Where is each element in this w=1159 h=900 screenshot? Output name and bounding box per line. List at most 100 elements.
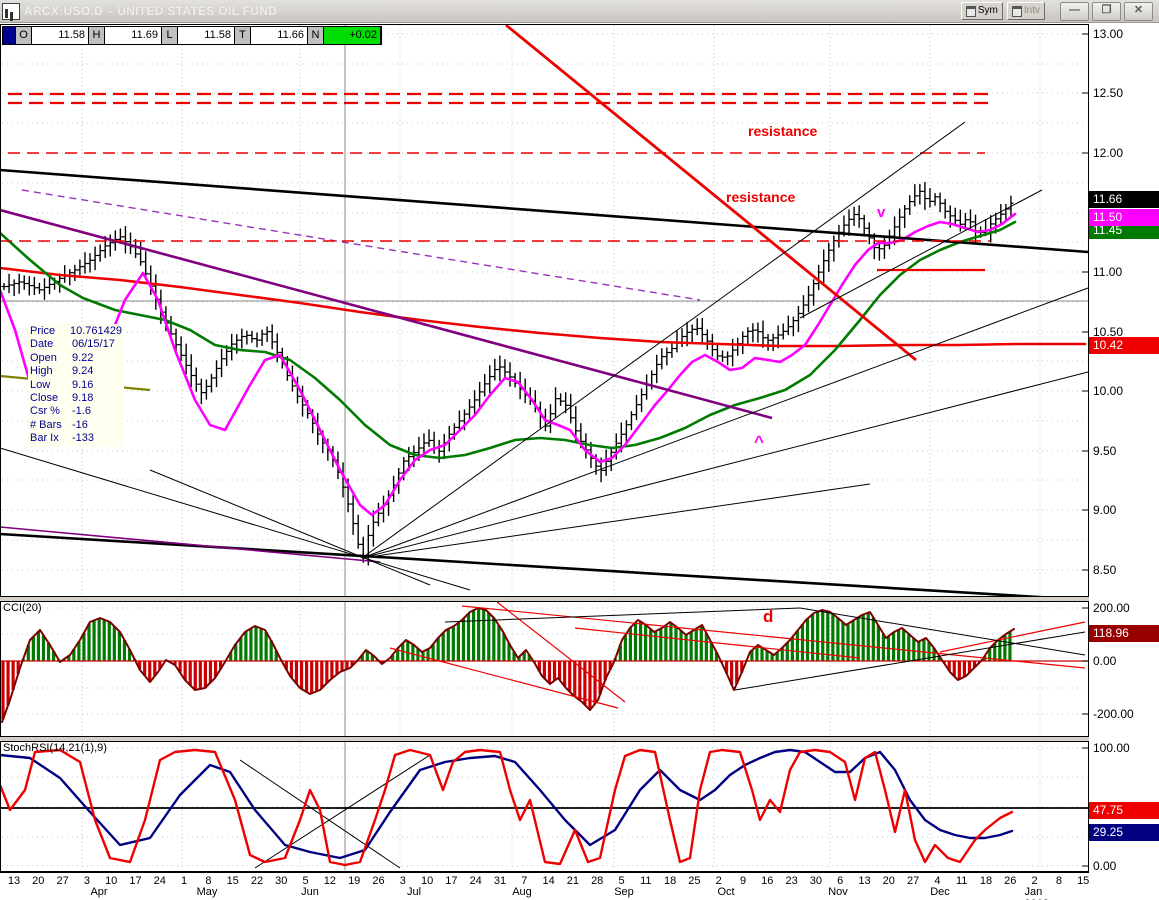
window-glyph-icon xyxy=(1012,6,1022,17)
annotation-v: v xyxy=(877,204,886,221)
intv-button[interactable]: Intv xyxy=(1007,2,1045,20)
axis-label: 0.00 xyxy=(1093,859,1116,873)
x-axis-month-label: Jun xyxy=(301,886,319,898)
x-axis-day-label: 26 xyxy=(1004,875,1016,887)
x-axis-day-label: 15 xyxy=(1077,875,1089,887)
databox-row: # Bars-16 xyxy=(30,419,122,432)
close-button[interactable]: ✕ xyxy=(1124,2,1153,21)
x-axis-day-label: 24 xyxy=(470,875,482,887)
x-axis-day-label: 21 xyxy=(567,875,579,887)
stochrsi-indicator-panel[interactable] xyxy=(0,741,1089,872)
x-axis-day-label: 18 xyxy=(980,875,992,887)
quote-field-label: N xyxy=(308,27,324,44)
price-axis-gutter[interactable]: 13.0012.5012.0011.0010.5010.009.509.008.… xyxy=(1089,24,1159,872)
databox-row: Open9.22 xyxy=(30,352,122,365)
x-axis-day-label: 17 xyxy=(129,875,141,887)
cci-panel-label: CCI(20) xyxy=(3,602,42,614)
main-price-panel[interactable]: resistance resistance v ^ xyxy=(0,24,1089,597)
axis-label: 12.50 xyxy=(1093,86,1123,100)
x-axis-month-label: Nov xyxy=(828,886,848,898)
x-axis-day-label: 23 xyxy=(785,875,797,887)
x-axis-day-label: 30 xyxy=(810,875,822,887)
x-axis-day-label: 27 xyxy=(907,875,919,887)
minimize-button[interactable]: — xyxy=(1060,2,1089,21)
x-axis-day-label: 3 xyxy=(84,875,90,887)
axis-label: 8.50 xyxy=(1093,563,1116,577)
quote-field-label: T xyxy=(235,27,251,44)
databox-row: Date06/15/17 xyxy=(30,338,122,351)
databox-row: Csr %-1.6 xyxy=(30,405,122,418)
x-axis-day-label: 16 xyxy=(761,875,773,887)
x-axis-day-label: 20 xyxy=(32,875,44,887)
x-axis-day-label: 24 xyxy=(154,875,166,887)
axis-label: 12.00 xyxy=(1093,146,1123,160)
x-axis-day-label: 15 xyxy=(227,875,239,887)
quote-field-value: 11.58 xyxy=(32,27,89,44)
x-axis-day-label: 3 xyxy=(400,875,406,887)
chart-app-icon xyxy=(2,3,20,20)
restore-button[interactable]: ❐ xyxy=(1092,2,1121,21)
x-axis-day-label: 11 xyxy=(956,875,967,887)
quote-field-value: 11.58 xyxy=(178,27,235,44)
x-axis-month-label: Jan 2018 xyxy=(1025,886,1068,900)
app-window: { "window": { "title": "ARCX:USO,D – UNI… xyxy=(0,0,1159,899)
axis-label: -200.00 xyxy=(1093,707,1134,721)
databox-row: Bar Ix-133 xyxy=(30,432,122,445)
x-axis-day-label: 26 xyxy=(372,875,384,887)
x-axis-day-label: 25 xyxy=(688,875,700,887)
time-axis[interactable]: 1320273101724181522305121926310172431714… xyxy=(0,872,1089,900)
x-axis-day-label: 22 xyxy=(251,875,263,887)
cursor-data-box: Price10.761429Date06/15/17Open9.22High9.… xyxy=(28,324,124,447)
x-axis-day-label: 14 xyxy=(542,875,554,887)
x-axis-month-label: Sep xyxy=(614,886,634,898)
titlebar-buttons: Sym Intv — ❐ ✕ xyxy=(961,2,1153,21)
databox-row: Price10.761429 xyxy=(30,325,122,338)
x-axis-day-label: 1 xyxy=(181,875,187,887)
annotation-d: d xyxy=(763,607,773,626)
quote-field-value: 11.69 xyxy=(105,27,162,44)
cci-indicator-panel[interactable]: d xyxy=(0,601,1089,737)
axis-label: 13.00 xyxy=(1093,27,1123,41)
axis-label: 100.00 xyxy=(1093,741,1130,755)
quote-field-value: 11.66 xyxy=(251,27,308,44)
axis-label: 0.00 xyxy=(1093,654,1116,668)
x-axis-month-label: Apr xyxy=(90,886,107,898)
quote-field-label: O xyxy=(16,27,32,44)
x-axis-day-label: 12 xyxy=(324,875,336,887)
price-badge: 10.42 xyxy=(1089,337,1159,354)
quote-marker xyxy=(3,27,16,44)
x-axis-day-label: 13 xyxy=(858,875,870,887)
x-axis-day-label: 20 xyxy=(883,875,895,887)
stochrsi-panel-label: StochRSI(14,21(1),9) xyxy=(3,742,107,754)
price-badge: 118.96 xyxy=(1089,625,1159,642)
axis-label: 11.00 xyxy=(1093,265,1122,279)
quote-field-label: L xyxy=(162,27,178,44)
price-badge: 11.50 xyxy=(1089,209,1159,226)
x-axis-day-label: 28 xyxy=(591,875,603,887)
axis-label: 200.00 xyxy=(1093,601,1130,615)
databox-row: High9.24 xyxy=(30,365,122,378)
title-bar[interactable]: ARCX:USO,D – UNITED STATES OIL FUND Sym … xyxy=(0,0,1159,23)
price-badge: 11.66 xyxy=(1089,191,1159,208)
price-badge: 47.75 xyxy=(1089,802,1159,819)
annotation-^: ^ xyxy=(754,432,764,451)
x-axis-month-label: Aug xyxy=(512,886,532,898)
x-axis-day-label: 10 xyxy=(421,875,433,887)
databox-row: Close9.18 xyxy=(30,392,122,405)
x-axis-day-label: 18 xyxy=(664,875,676,887)
sym-button[interactable]: Sym xyxy=(961,2,1003,20)
x-axis-day-label: 27 xyxy=(56,875,68,887)
x-axis-day-label: 19 xyxy=(348,875,360,887)
x-axis-month-label: Jul xyxy=(407,886,421,898)
window-glyph-icon xyxy=(966,6,976,17)
x-axis-month-label: May xyxy=(197,886,218,898)
annotation-resistance: resistance xyxy=(726,189,795,205)
x-axis-day-label: 30 xyxy=(275,875,287,887)
annotation-resistance: resistance xyxy=(748,123,817,139)
x-axis-day-label: 13 xyxy=(8,875,20,887)
axis-label: 10.00 xyxy=(1093,384,1123,398)
x-axis-day-label: 9 xyxy=(740,875,746,887)
quote-field-value: +0.02 xyxy=(324,27,381,44)
axis-label: 9.50 xyxy=(1093,444,1116,458)
databox-row: Low9.16 xyxy=(30,379,122,392)
